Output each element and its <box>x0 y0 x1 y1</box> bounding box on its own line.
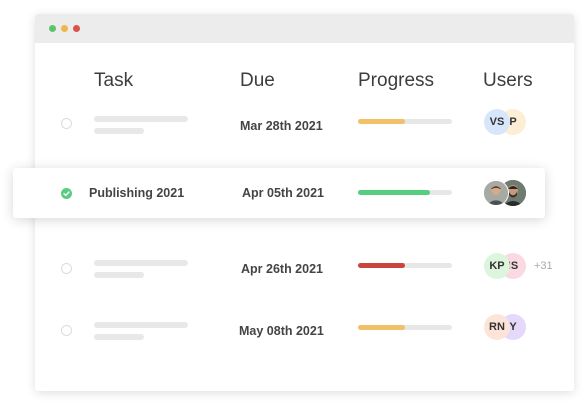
progress-fill <box>358 190 431 195</box>
column-header-task: Task <box>94 70 134 91</box>
table-row-highlighted[interactable]: Publishing 2021 Apr 05th 2021 <box>13 168 545 218</box>
due-date: Mar 28th 2021 <box>240 119 323 133</box>
progress-fill <box>358 119 405 124</box>
task-name[interactable]: Publishing 2021 <box>89 186 184 200</box>
task-detail-placeholder <box>94 128 144 134</box>
avatar-initials: P <box>509 116 517 128</box>
empty-check-icon[interactable] <box>61 325 72 336</box>
empty-check-icon[interactable] <box>61 263 72 274</box>
avatar-initials: KP <box>489 260 505 272</box>
avatar[interactable]: KP <box>484 253 510 279</box>
due-date: Apr 05th 2021 <box>242 186 324 200</box>
due-date: May 08th 2021 <box>239 324 324 338</box>
empty-check-icon[interactable] <box>61 118 72 129</box>
check-circle-icon[interactable] <box>61 188 72 199</box>
task-name-placeholder <box>94 116 188 122</box>
due-date: Apr 26th 2021 <box>241 262 323 276</box>
task-detail-placeholder <box>94 334 144 340</box>
column-header-due: Due <box>240 70 275 91</box>
avatar-initials: VS <box>489 116 505 128</box>
column-header-progress: Progress <box>358 70 435 91</box>
task-detail-placeholder <box>94 272 144 278</box>
progress-bar <box>358 263 452 268</box>
progress-fill <box>358 325 405 330</box>
progress-bar <box>358 190 452 195</box>
user-photo-1[interactable] <box>483 180 509 206</box>
window-dot-green[interactable] <box>49 25 56 32</box>
more-users-count[interactable]: +31 <box>534 260 553 272</box>
avatar-initials: RN <box>489 321 505 333</box>
avatar-initials: Y <box>509 321 517 333</box>
avatar[interactable]: RN <box>484 314 510 340</box>
task-name-placeholder <box>94 260 188 266</box>
progress-bar <box>358 325 452 330</box>
column-header-users: Users <box>483 70 533 91</box>
progress-fill <box>358 263 405 268</box>
progress-bar <box>358 119 452 124</box>
task-name-placeholder <box>94 322 188 328</box>
window-dot-red[interactable] <box>73 25 80 32</box>
window-dot-yellow[interactable] <box>61 25 68 32</box>
avatar[interactable]: VS <box>484 109 510 135</box>
window-titlebar <box>35 14 574 43</box>
